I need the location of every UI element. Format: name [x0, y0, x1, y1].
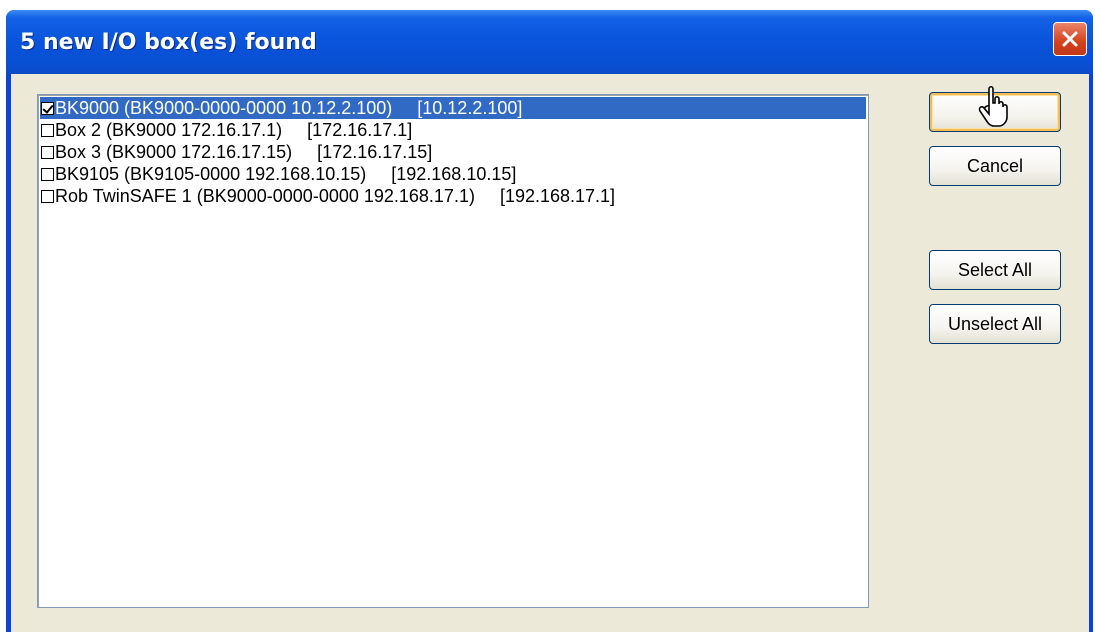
- ok-button[interactable]: OK: [929, 85, 1061, 132]
- list-item[interactable]: BK9105 (BK9105-0000 192.168.10.15) [192.…: [40, 163, 866, 185]
- list-item[interactable]: BK9000 (BK9000-0000-0000 10.12.2.100) [1…: [40, 97, 866, 119]
- select-all-button[interactable]: Select All: [929, 250, 1061, 290]
- dialog-body: BK9000 (BK9000-0000-0000 10.12.2.100) [1…: [11, 74, 1089, 632]
- box-checklist[interactable]: BK9000 (BK9000-0000-0000 10.12.2.100) [1…: [37, 94, 869, 608]
- title-bar[interactable]: 5 new I/O box(es) found: [6, 10, 1093, 74]
- dialog-title: 5 new I/O box(es) found: [20, 30, 317, 55]
- select-all-label: Select All: [957, 259, 1033, 280]
- cancel-button[interactable]: Cancel: [929, 146, 1061, 186]
- item-label: Rob TwinSAFE 1 (BK9000-0000-0000 192.168…: [55, 186, 616, 206]
- list-item[interactable]: Rob TwinSAFE 1 (BK9000-0000-0000 192.168…: [40, 185, 866, 207]
- item-label: Box 2 (BK9000 172.16.17.1) [172.16.17.1]: [55, 120, 413, 140]
- list-item[interactable]: Box 3 (BK9000 172.16.17.15) [172.16.17.1…: [40, 141, 866, 163]
- dialog-window: 5 new I/O box(es) found BK9000 (BK9000-0…: [6, 10, 1093, 632]
- item-checkbox[interactable]: [41, 101, 54, 115]
- item-checkbox[interactable]: [41, 189, 54, 203]
- mouse-cursor-icon: [978, 85, 1008, 127]
- unselect-all-label: Unselect All: [947, 313, 1043, 334]
- item-label: Box 3 (BK9000 172.16.17.15) [172.16.17.1…: [55, 142, 433, 162]
- item-checkbox[interactable]: [41, 145, 54, 159]
- close-icon: [1062, 31, 1078, 47]
- item-label: BK9105 (BK9105-0000 192.168.10.15) [192.…: [55, 164, 517, 184]
- item-checkbox[interactable]: [41, 123, 54, 137]
- list-item[interactable]: Box 2 (BK9000 172.16.17.1) [172.16.17.1]: [40, 119, 866, 141]
- item-checkbox[interactable]: [41, 167, 54, 181]
- cancel-label: Cancel: [966, 155, 1024, 176]
- close-button[interactable]: [1053, 22, 1087, 56]
- unselect-all-button[interactable]: Unselect All: [929, 304, 1061, 344]
- item-label: BK9000 (BK9000-0000-0000 10.12.2.100) [1…: [55, 98, 523, 118]
